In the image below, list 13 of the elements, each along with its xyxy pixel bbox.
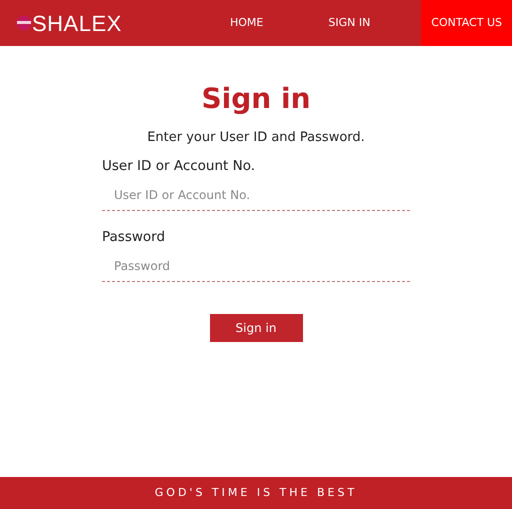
input-field[interactable]: User ID or Account No. [102, 180, 410, 211]
footer-motto: GOD'S TIME IS THE BEST [154, 484, 358, 501]
field-label: User ID or Account No. [102, 156, 256, 176]
nav-link[interactable]: CONTACT US [421, 0, 512, 46]
nav-link[interactable]: HOME [220, 0, 274, 46]
brand-name[interactable]: SHALEX [32, 6, 122, 40]
page-title: Sign in [201, 81, 311, 117]
instruction-text: Enter your User ID and Password. [147, 129, 365, 147]
input-field[interactable]: Password [102, 251, 410, 282]
sign-in-button[interactable]: Sign in [210, 314, 302, 342]
logo-icon [16, 15, 32, 31]
field-label: Password [102, 228, 166, 247]
nav-link[interactable]: SIGN IN [318, 0, 380, 46]
